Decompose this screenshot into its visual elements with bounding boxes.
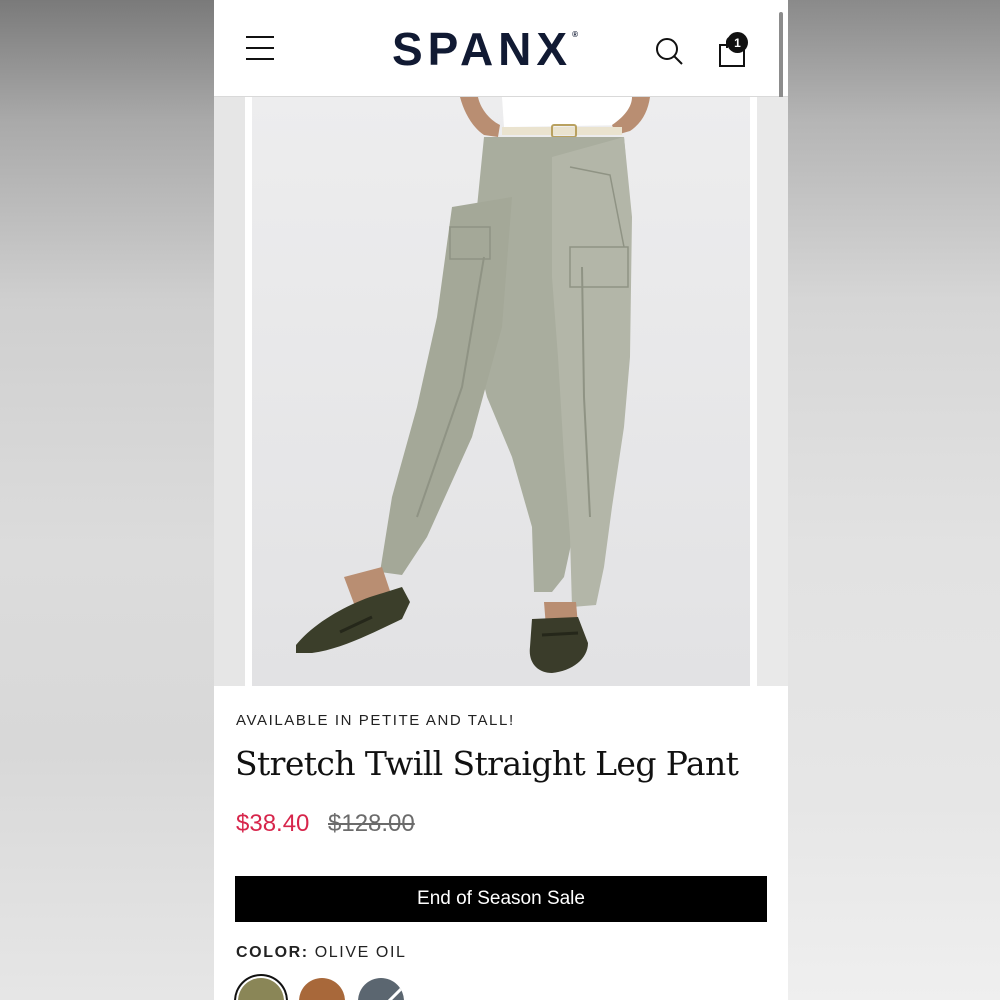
cart-count-badge: 1 <box>727 32 748 53</box>
right-backdrop <box>788 0 1000 1000</box>
unavailable-slash-icon <box>387 986 404 1000</box>
product-title: Stretch Twill Straight Leg Pant <box>235 744 739 783</box>
spanx-logo[interactable]: SPANX® <box>392 22 578 76</box>
next-slide-peek[interactable] <box>757 97 788 686</box>
hamburger-menu-icon[interactable] <box>246 36 274 60</box>
promo-banner: End of Season Sale <box>235 876 767 922</box>
site-header: SPANX® 1 <box>214 0 788 152</box>
color-value: OLIVE OIL <box>314 944 407 961</box>
product-image-carousel[interactable] <box>214 97 788 686</box>
swatch-slate[interactable] <box>358 978 404 1000</box>
swatch-olive[interactable] <box>238 978 284 1000</box>
original-price: $128.00 <box>328 810 415 837</box>
pants-illustration <box>252 97 750 686</box>
registered-mark: ® <box>572 30 578 39</box>
color-label: COLOR: <box>236 944 309 961</box>
availability-tagline: AVAILABLE IN PETITE AND TALL! <box>236 712 515 729</box>
mobile-product-page: SPANX® 1 AVAILABLE IN PETITE AND TALL! S… <box>214 0 788 1000</box>
search-icon[interactable] <box>654 36 684 66</box>
product-photo[interactable] <box>252 97 750 686</box>
previous-slide-peek[interactable] <box>214 97 245 686</box>
color-selector-label: COLOR: OLIVE OIL <box>236 944 407 962</box>
left-backdrop <box>0 0 214 1000</box>
swatch-brown[interactable] <box>299 978 345 1000</box>
sale-price: $38.40 <box>236 810 310 837</box>
